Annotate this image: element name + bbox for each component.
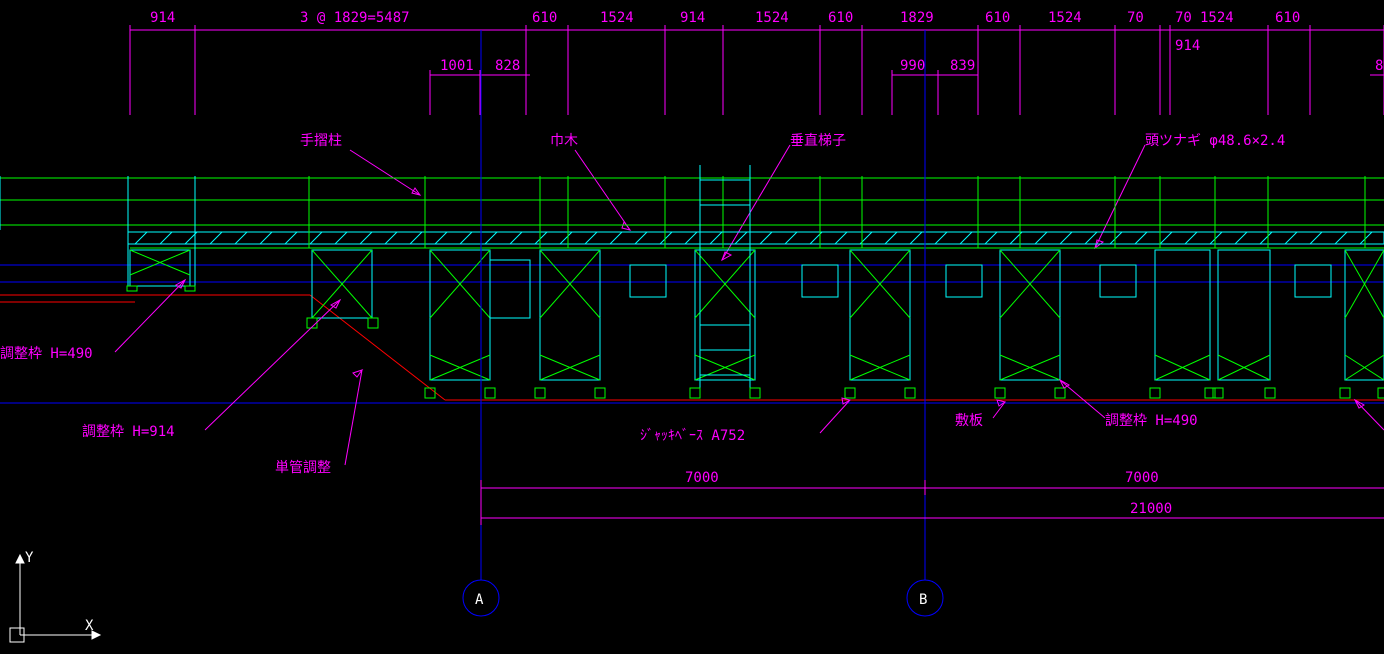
dim-21000: 21000 [1130, 501, 1172, 517]
dim-839: 839 [950, 58, 975, 74]
dim-914c: 914 [1175, 38, 1200, 54]
label-handrail: 手摺柱 [300, 133, 342, 149]
label-tie: 頭ツナギ φ48.6×2.4 [1145, 133, 1285, 149]
dim-7000a: 7000 [685, 470, 719, 486]
label-jack: ｼﾞｬｯｷﾍﾞｰｽ A752 [640, 428, 745, 444]
dim-1524b: 1524 [755, 10, 789, 26]
dim-70: 70 [1127, 10, 1144, 26]
label-adj490r: 調整枠 H=490 [1105, 413, 1198, 429]
dim-610c: 610 [985, 10, 1010, 26]
dim-914b: 914 [680, 10, 705, 26]
dim-1829: 1829 [900, 10, 934, 26]
label-baseboard: 巾木 [550, 133, 578, 149]
dim-1524d: 1524 [1200, 10, 1234, 26]
dim-1524: 1524 [600, 10, 634, 26]
dim-610: 610 [532, 10, 557, 26]
dim-1001: 1001 [440, 58, 474, 74]
dim-914: 914 [150, 10, 175, 26]
dim-7000b: 7000 [1125, 470, 1159, 486]
ucs-y: Y [25, 550, 34, 566]
ucs-x: X [85, 618, 94, 634]
dim-828: 828 [495, 58, 520, 74]
grid-b: B [919, 592, 927, 608]
label-adj914: 調整枠 H=914 [82, 424, 175, 440]
dim-610d: 610 [1275, 10, 1300, 26]
dim-1524c: 1524 [1048, 10, 1082, 26]
label-pipe: 単管調整 [275, 460, 331, 476]
dim-8: 8 [1375, 58, 1383, 74]
label-plate: 敷板 [955, 413, 983, 429]
grid-a: A [475, 592, 484, 608]
label-ladder: 垂直梯子 [790, 132, 846, 149]
dim-990: 990 [900, 58, 925, 74]
label-adj490: 調整枠 H=490 [0, 346, 93, 362]
dim-5487: 3 @ 1829=5487 [300, 10, 410, 26]
dim-610b: 610 [828, 10, 853, 26]
dim-70b: 70 [1175, 10, 1192, 26]
